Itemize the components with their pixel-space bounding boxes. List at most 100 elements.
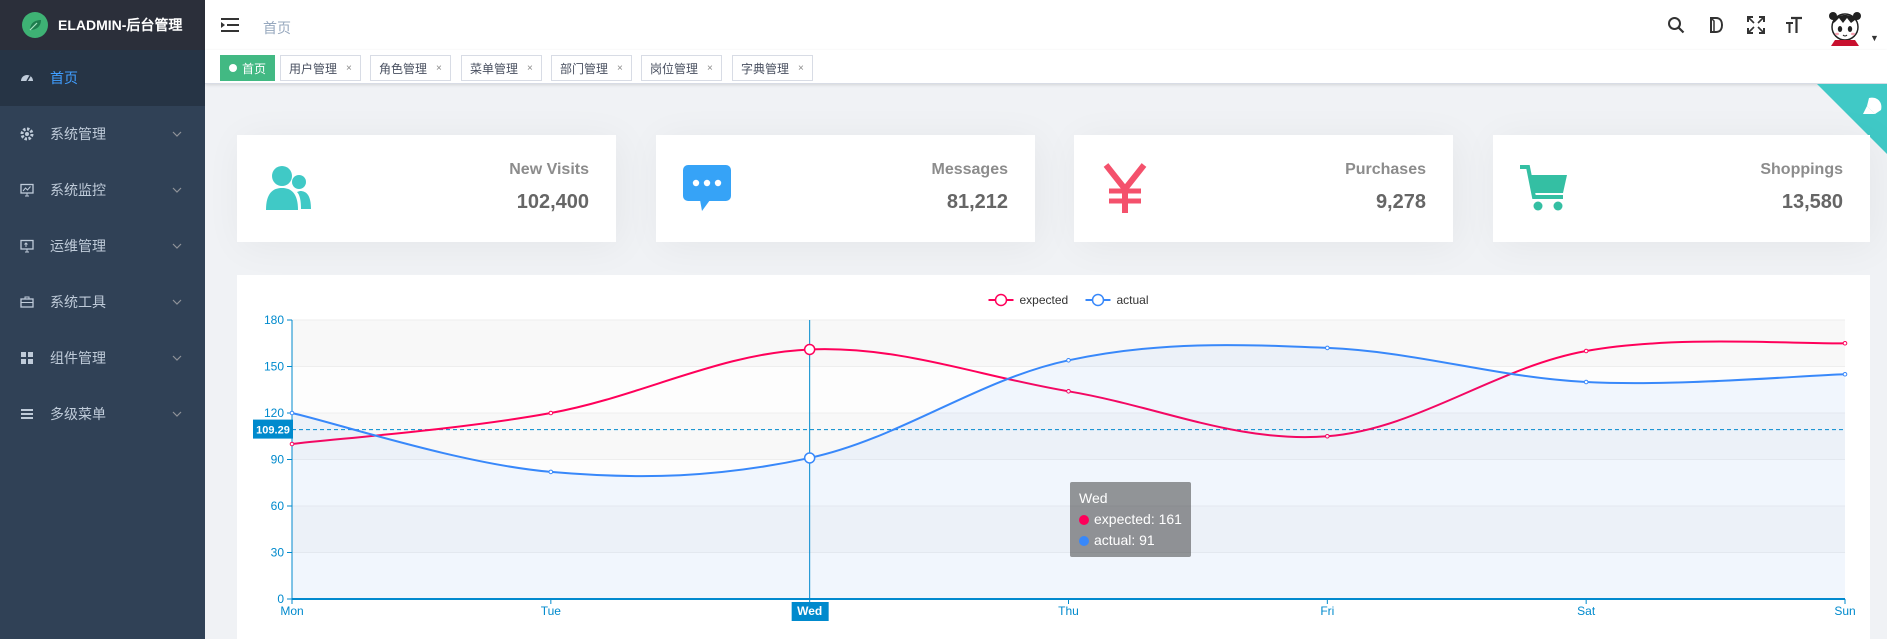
grid-icon [20,351,34,365]
list-icon [20,407,34,421]
y-tick-label: 120 [264,406,284,420]
chevron-down-icon [172,187,182,193]
stat-value: 81,212 [946,191,1008,213]
hamburger-icon[interactable] [221,17,239,33]
tag-home[interactable]: 首页 [220,55,276,81]
data-point-actual [1325,345,1330,351]
y-tick-label: 30 [271,546,285,560]
navbar: 首页 ▼ [205,0,1887,50]
y-tick-label: 90 [271,453,285,467]
stat-card-messages[interactable]: Messages 81,212 [656,135,1035,242]
tooltip-marker [1079,536,1089,546]
sidebar-item-home[interactable]: 首页 [0,50,205,106]
tag-label: 部门管理 [560,61,609,76]
x-tick-label: Tue [541,604,562,618]
sidebar-item-tools[interactable]: 系统工具 [0,274,205,330]
sidebar-item-label: 首页 [50,70,78,86]
sidebar-item-components[interactable]: 组件管理 [0,330,205,386]
data-point-actual [803,452,816,464]
logo[interactable]: ELADMIN-后台管理 [0,0,205,50]
stat-label: Purchases [1345,161,1426,178]
sidebar-item-label: 多级菜单 [50,406,106,422]
tag-menu[interactable]: 菜单管理 × [461,55,542,81]
tag-dict[interactable]: 字典管理 × [732,55,813,81]
y-tick-label: 150 [264,360,284,374]
toolbox-icon [20,295,34,309]
data-point-expected [1583,348,1589,354]
tag-label: 用户管理 [289,61,338,76]
stat-value: 13,580 [1781,191,1843,213]
stat-label: Messages [931,161,1009,178]
sidebar-item-multilevel[interactable]: 多级菜单 [0,386,205,442]
chevron-down-icon [172,243,182,249]
tag-dept[interactable]: 部门管理 × [551,55,632,81]
dashboard-icon [20,71,34,85]
x-tick-label: Fri [1320,604,1334,618]
tooltip-marker [1079,515,1089,525]
sidebar-item-label: 运维管理 [50,238,106,254]
sidebar-item-ops[interactable]: 运维管理 [0,218,205,274]
axis-pointer-x-label: Wed [797,604,822,618]
stat-card-shoppings[interactable]: Shoppings 13,580 [1493,135,1870,242]
chevron-down-icon [172,411,182,417]
people-icon [266,166,311,210]
tags-view: 首页 用户管理 × 角色管理 × 菜单管理 × 部门管理 × 岗位管理 × 字典… [205,50,1887,84]
active-dot-icon [229,64,237,72]
close-icon[interactable]: × [707,63,713,74]
data-point-actual [1066,358,1071,363]
search-icon[interactable] [1667,16,1685,34]
line-chart[interactable]: 0306090120150180MonTueWedThuFriSatSun109… [237,275,1870,639]
y-tick-label: 60 [271,499,285,513]
font-size-icon[interactable] [1785,16,1803,34]
stat-card-purchases[interactable]: Purchases 9,278 [1074,135,1453,242]
breadcrumb[interactable]: 首页 [263,18,291,38]
tag-role[interactable]: 角色管理 × [370,55,451,81]
tag-label: 岗位管理 [650,61,699,76]
stat-card-visits[interactable]: New Visits 102,400 [237,135,616,242]
data-point-actual [289,410,295,416]
close-icon[interactable]: × [436,63,442,74]
stat-value: 9,278 [1375,191,1426,213]
sidebar-item-label: 组件管理 [50,350,106,366]
sidebar-item-system[interactable]: 系统管理 [0,106,205,162]
data-point-expected [548,410,554,416]
tag-user[interactable]: 用户管理 × [280,55,361,81]
docs-icon[interactable] [1707,16,1725,34]
y-tick-label: 180 [264,313,284,327]
data-point-actual [548,469,554,475]
data-point-expected [803,343,816,356]
sidebar: ELADMIN-后台管理 首页 系统管理 系统监控 运维管理 系统工具 组件管理… [0,0,205,639]
sidebar-item-label: 系统工具 [50,294,106,310]
avatar[interactable] [1825,6,1865,46]
tag-label: 首页 [242,61,267,76]
sidebar-item-monitor[interactable]: 系统监控 [0,162,205,218]
app-title: ELADMIN-后台管理 [58,17,183,33]
leaf-logo-icon [22,12,48,38]
x-tick-label: Sun [1834,604,1855,618]
sidebar-item-label: 系统监控 [50,182,106,198]
data-point-actual [1842,371,1848,377]
tooltip-row-expected: expected: 161 [1079,509,1182,530]
legend-marker [994,293,1008,307]
tooltip-row-text: actual: 91 [1094,532,1155,548]
tag-label: 菜单管理 [470,61,519,76]
legend-label: actual [1117,293,1149,307]
fullscreen-icon[interactable] [1747,16,1765,34]
data-point-expected [1842,340,1848,346]
chevron-down-icon [172,355,182,361]
close-icon[interactable]: × [617,63,623,74]
caret-down-icon[interactable]: ▼ [1870,33,1879,43]
tag-label: 字典管理 [741,61,790,76]
close-icon[interactable]: × [527,63,533,74]
chevron-down-icon [172,131,182,137]
close-icon[interactable]: × [346,63,352,74]
stat-label: New Visits [509,161,589,178]
x-tick-label: Mon [280,604,303,618]
tooltip-row-text: expected: 161 [1094,511,1182,527]
close-icon[interactable]: × [798,63,804,74]
stat-label: Shoppings [1760,161,1843,178]
stat-value: 102,400 [516,191,589,213]
gear-icon [20,127,34,141]
yen-icon [1103,163,1147,213]
tag-job[interactable]: 岗位管理 × [641,55,722,81]
